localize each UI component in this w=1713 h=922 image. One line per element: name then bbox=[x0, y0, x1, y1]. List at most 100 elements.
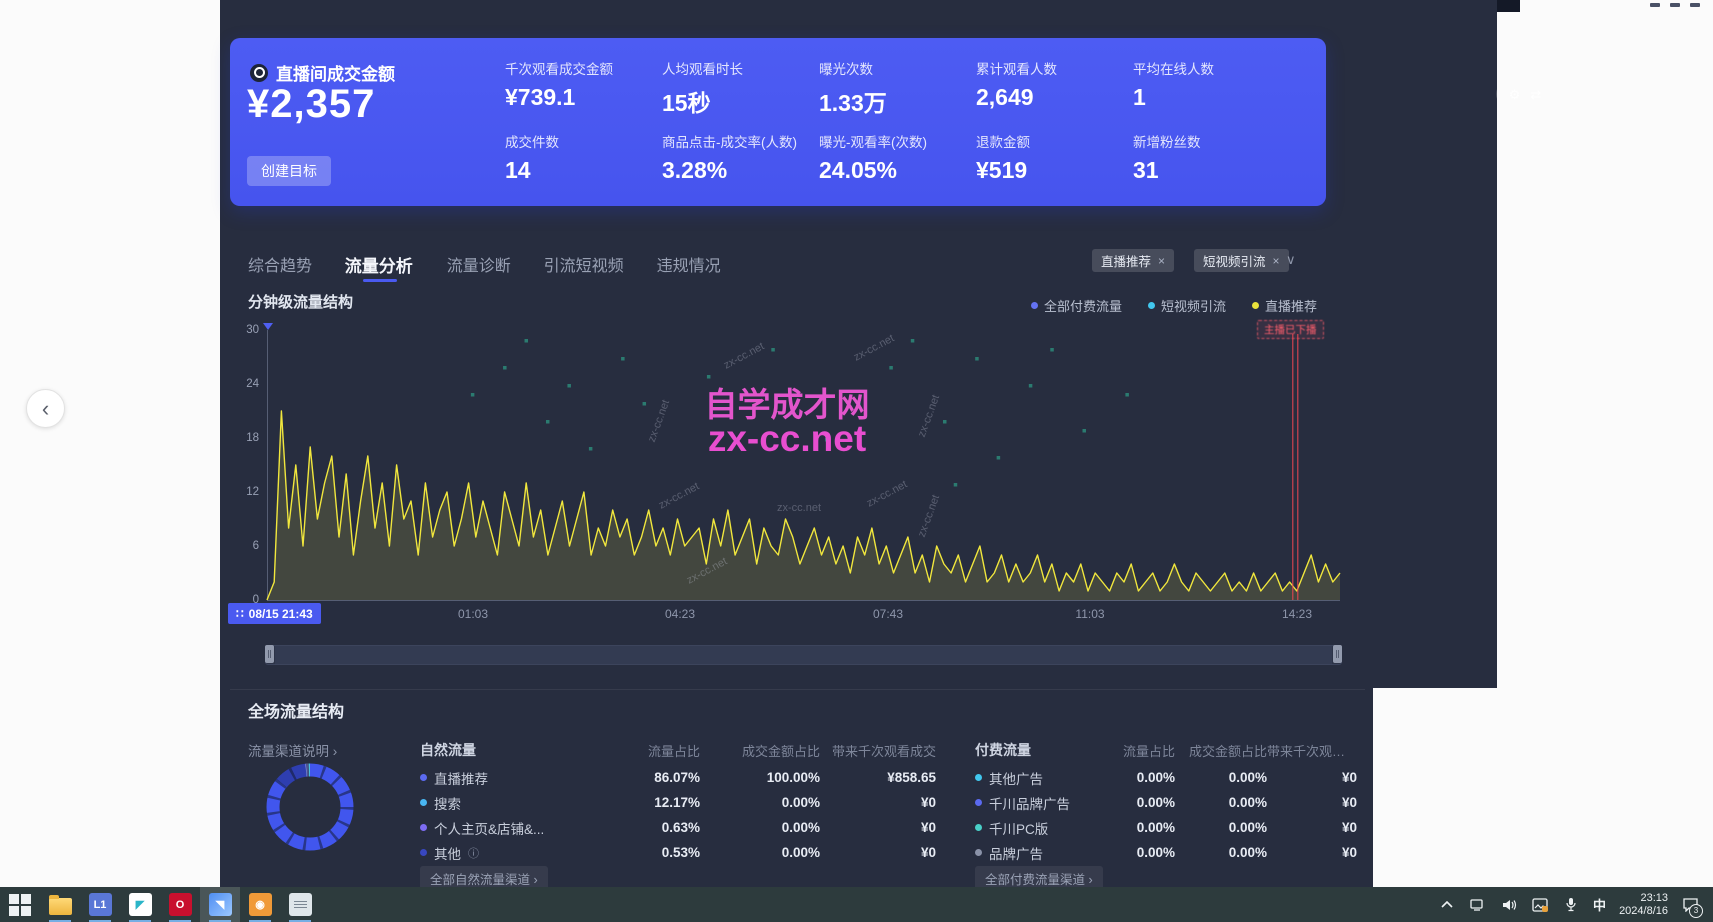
speck bbox=[1050, 348, 1054, 352]
table-value: 12.17% bbox=[590, 795, 700, 810]
image-tool-icon[interactable] bbox=[1531, 896, 1549, 914]
taskbar-app-notepad[interactable] bbox=[280, 887, 320, 922]
tab-引流短视频[interactable]: 引流短视频 bbox=[544, 252, 624, 276]
y-tick-label: 18 bbox=[227, 432, 259, 444]
filter-tag-短视频引流[interactable]: 短视频引流× bbox=[1194, 249, 1289, 272]
legend-dot-icon bbox=[1252, 302, 1259, 309]
y-tick-label: 6 bbox=[227, 540, 259, 552]
speck bbox=[546, 420, 550, 424]
speck bbox=[889, 366, 893, 370]
back-button[interactable]: ‹ bbox=[26, 389, 65, 428]
legend-item-全部付费流量[interactable]: 全部付费流量 bbox=[1031, 296, 1122, 315]
legend-dot-icon bbox=[1031, 302, 1038, 309]
slider-handle-right[interactable] bbox=[1333, 645, 1342, 663]
x-tick-label: 07:43 bbox=[873, 607, 903, 621]
table-value: ¥0 bbox=[1267, 845, 1357, 860]
y-tick-label: 24 bbox=[227, 378, 259, 390]
natural-traffic-table: 自然流量流量占比成交金额占比带来千次观看成交直播推荐86.07%100.00%¥… bbox=[420, 738, 936, 865]
network-icon[interactable] bbox=[1469, 896, 1487, 914]
tab-流量诊断[interactable]: 流量诊断 bbox=[447, 252, 511, 276]
speck bbox=[975, 357, 979, 361]
taskbar-app-recorder[interactable]: ◉ bbox=[240, 887, 280, 922]
metric-cell: 成交件数14 bbox=[505, 131, 660, 184]
create-goal-button[interactable]: 创建目标 bbox=[247, 156, 331, 186]
table-row: 其他广告0.00%0.00%¥0 bbox=[975, 765, 1357, 790]
traffic-donut-chart bbox=[260, 757, 360, 857]
info-icon: ⓘ bbox=[468, 845, 479, 861]
channel-dot-icon bbox=[420, 849, 427, 856]
x-start-label: 08/15 21:43 bbox=[249, 607, 313, 621]
column-header: 流量占比 bbox=[1093, 741, 1175, 760]
target-icon bbox=[250, 64, 268, 82]
ime-indicator[interactable]: 中 bbox=[1593, 895, 1606, 914]
tab-流量分析[interactable]: 流量分析 bbox=[345, 252, 413, 277]
legend-item-短视频引流[interactable]: 短视频引流 bbox=[1148, 296, 1226, 315]
tray-chevron-up-icon[interactable] bbox=[1438, 896, 1456, 914]
y-tick-label: 30 bbox=[227, 324, 259, 336]
metric-cell: 人均观看时长15秒 bbox=[662, 58, 817, 118]
taskbar-app-explorer[interactable] bbox=[40, 887, 80, 922]
traffic-chart[interactable]: 3024181260 zx-cc.netzx-cc.netzx-cc.netzx… bbox=[267, 330, 1340, 600]
table-value: 0.00% bbox=[700, 845, 820, 860]
tab-违规情况[interactable]: 违规情况 bbox=[657, 252, 721, 276]
channel-dot-icon bbox=[420, 799, 427, 806]
swap-icon[interactable]: ⇄ bbox=[1530, 88, 1541, 101]
table-value: ¥0 bbox=[820, 795, 936, 810]
table-value: ¥0 bbox=[820, 845, 936, 860]
table-value: ¥858.65 bbox=[820, 770, 936, 785]
speaker-icon[interactable] bbox=[1500, 896, 1518, 914]
slider-handle-left[interactable] bbox=[265, 645, 274, 663]
section-title: 全场流量结构 bbox=[248, 698, 344, 722]
gear-icon[interactable]: ⚙ bbox=[1509, 88, 1521, 101]
folder-icon bbox=[49, 898, 72, 915]
panel-tools: ⚙ ⇄ bbox=[1496, 82, 1554, 106]
taskbar-app-browser-active[interactable]: ◥ bbox=[200, 887, 240, 922]
speck bbox=[1125, 393, 1129, 397]
chart-range-slider[interactable] bbox=[265, 645, 1342, 665]
table-value: 0.00% bbox=[1175, 820, 1267, 835]
paid-traffic-table: 付费流量流量占比成交金额占比带来千次观看成交其他广告0.00%0.00%¥0千川… bbox=[975, 738, 1357, 865]
notification-icon[interactable]: 3 bbox=[1681, 896, 1699, 914]
window-controls[interactable] bbox=[1650, 3, 1713, 9]
tab-综合趋势[interactable]: 综合趋势 bbox=[248, 252, 312, 276]
table-value: 100.00% bbox=[700, 770, 820, 785]
table-row: 千川品牌广告0.00%0.00%¥0 bbox=[975, 790, 1357, 815]
primary-metric-value: ¥2,357 bbox=[247, 82, 375, 127]
drag-icon: ∷ bbox=[236, 607, 244, 621]
speck bbox=[503, 366, 507, 370]
table-row: 品牌广告0.00%0.00%¥0 bbox=[975, 840, 1357, 865]
legend-item-直播推荐[interactable]: 直播推荐 bbox=[1252, 296, 1317, 315]
channel-dot-icon bbox=[975, 799, 982, 806]
column-header: 带来千次观看成交 bbox=[820, 741, 936, 760]
table-value: ¥0 bbox=[820, 820, 936, 835]
x-tick-label: 14:23 bbox=[1282, 607, 1312, 621]
start-button[interactable] bbox=[0, 887, 40, 922]
y-tick-label: 12 bbox=[227, 486, 259, 498]
filter-tag-直播推荐[interactable]: 直播推荐× bbox=[1092, 249, 1174, 272]
table-value: 0.00% bbox=[700, 795, 820, 810]
taskbar-app-l1[interactable]: L1 bbox=[80, 887, 120, 922]
taskbar-clock[interactable]: 23:132024/8/16 bbox=[1619, 892, 1668, 918]
speck bbox=[954, 483, 958, 487]
table-row: 个人主页&店铺&...0.63%0.00%¥0 bbox=[420, 815, 936, 840]
metric-cell: 商品点击-成交率(人数)3.28% bbox=[662, 131, 817, 184]
taskbar: L1 ◤ O ◥ ◉ 中 23:132024/8/16 3 bbox=[0, 887, 1713, 922]
divider bbox=[230, 689, 1365, 690]
channel-dot-icon bbox=[420, 774, 427, 781]
watermark-small: zx-cc.net bbox=[777, 502, 821, 514]
table-value: ¥0 bbox=[1267, 820, 1357, 835]
metric-cell: 曝光-观看率(次数)24.05% bbox=[819, 131, 974, 184]
table-value: ¥0 bbox=[1267, 770, 1357, 785]
x-axis-start-badge[interactable]: ∷ 08/15 21:43 bbox=[228, 603, 321, 624]
taskbar-app-docs[interactable]: ◤ bbox=[120, 887, 160, 922]
table-value: 86.07% bbox=[590, 770, 700, 785]
notification-count-badge: 3 bbox=[1689, 904, 1703, 918]
x-tick-label: 04:23 bbox=[665, 607, 695, 621]
taskbar-app-opera[interactable]: O bbox=[160, 887, 200, 922]
microphone-icon[interactable] bbox=[1562, 896, 1580, 914]
speck bbox=[771, 348, 775, 352]
channel-dot-icon bbox=[975, 774, 982, 781]
speck bbox=[525, 339, 529, 343]
x-tick-label: 11:03 bbox=[1075, 607, 1104, 621]
screen: ‹ ⚙ ⇄ 直播间成交金额 ¥2,357 创建目标 ∨ 分钟级流量结构 全部付费… bbox=[0, 0, 1713, 922]
